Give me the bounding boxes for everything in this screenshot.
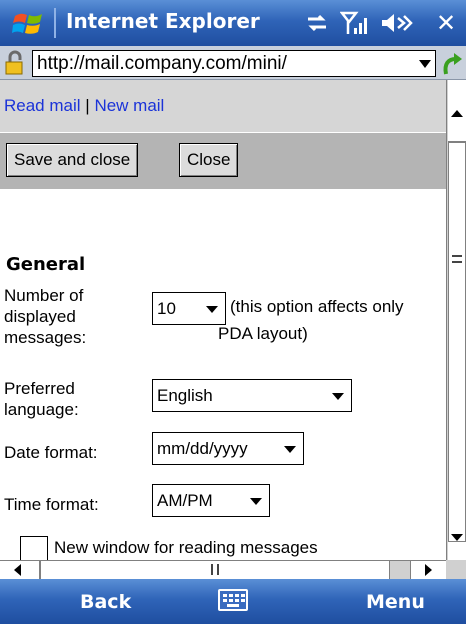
messages-count-select[interactable]: 10 [152,292,226,325]
url-text: http://mail.company.com/mini/ [37,53,287,74]
scroll-up-button[interactable] [448,80,466,142]
keyboard-icon[interactable] [218,589,248,611]
messages-hint-line: PDA layout) [218,324,308,343]
messages-label-line: messages: [4,328,87,347]
connectivity-icon[interactable] [304,10,330,36]
nav-separator: | [85,96,90,115]
horizontal-scrollbar[interactable] [0,560,446,579]
windows-flag-icon[interactable] [12,10,44,38]
scroll-down-button[interactable] [448,534,466,560]
chevron-down-icon [332,393,344,400]
chevron-down-icon [250,498,262,505]
title-separator [54,8,56,38]
close-icon[interactable]: ✕ [432,8,460,38]
horizontal-scroll-thumb[interactable] [40,561,390,579]
signal-icon[interactable] [340,10,368,36]
title-bar: Internet Explorer ✕ [0,0,466,46]
time-format-value: AM/PM [157,491,213,510]
volume-icon[interactable] [380,10,414,36]
messages-label-line: Number of [4,286,84,305]
new-window-label: New window for reading messages [54,538,318,557]
language-label-line: Preferred [4,379,75,398]
mail-nav: Read mail | New mail [0,80,446,132]
nav-links: Read mail | New mail [4,96,164,116]
time-format-select[interactable]: AM/PM [152,484,270,517]
new-mail-link[interactable]: New mail [94,96,164,115]
messages-count-value: 10 [157,299,176,318]
toolbar: Save and close Close [0,133,446,189]
close-button[interactable]: Close [179,143,239,177]
menu-softkey[interactable]: Menu [366,591,425,613]
date-format-value: mm/dd/yyyy [157,439,248,458]
language-value: English [157,386,213,405]
back-softkey[interactable]: Back [80,591,131,613]
date-format-label: Date format: [4,443,98,462]
app-title: Internet Explorer [66,9,260,33]
save-and-close-button[interactable]: Save and close [6,143,139,177]
page-content: Read mail | New mail Save and close Clos… [0,80,446,560]
vertical-scrollbar[interactable] [446,80,466,560]
read-mail-link[interactable]: Read mail [4,96,81,115]
language-label: Preferred language: [4,378,79,420]
scroll-right-button[interactable] [410,561,446,579]
go-arrow-icon[interactable] [440,52,464,76]
date-format-select[interactable]: mm/dd/yyyy [152,432,304,465]
new-window-checkbox[interactable] [20,536,48,560]
grip-icon [211,564,219,575]
address-bar: http://mail.company.com/mini/ [0,46,466,80]
grip-icon [452,255,462,263]
section-title: General [6,254,86,275]
messages-hint: (this option affects only PDA layout) [218,296,404,344]
language-select[interactable]: English [152,379,352,412]
language-label-line: language: [4,400,79,419]
time-format-label: Time format: [4,495,99,514]
lock-icon [5,50,23,75]
vertical-scroll-thumb[interactable] [448,142,466,542]
scrollbar-corner [446,560,466,579]
scroll-left-button[interactable] [0,561,40,579]
chevron-down-icon [284,446,296,453]
softkey-bar: Back Menu [0,579,466,624]
messages-hint-line: (this option affects only [230,297,404,316]
url-input[interactable]: http://mail.company.com/mini/ [32,50,436,77]
messages-label: Number of displayed messages: [4,285,86,348]
dropdown-icon[interactable] [419,60,431,68]
messages-label-line: displayed [4,307,76,326]
chevron-down-icon [206,306,218,313]
